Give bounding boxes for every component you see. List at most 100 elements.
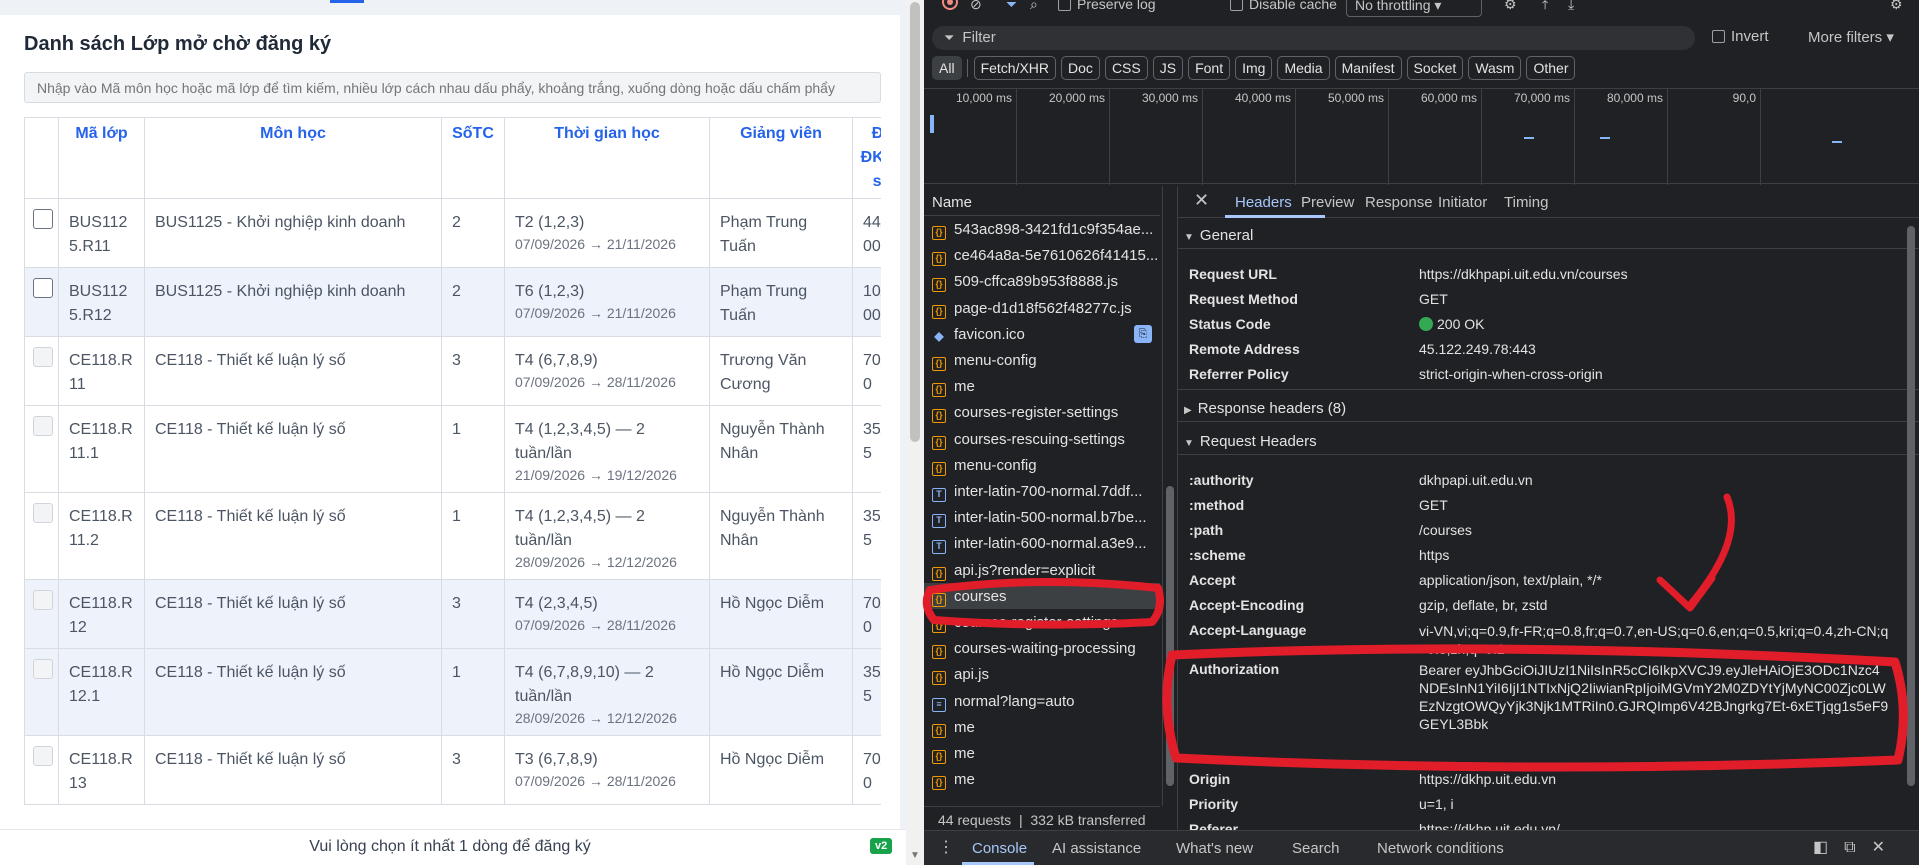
filter-chip-doc[interactable]: Doc <box>1061 56 1100 80</box>
disable-cache-box[interactable] <box>1230 0 1243 11</box>
tab-timing[interactable]: Timing <box>1504 194 1548 211</box>
request-row[interactable]: {} 543ac898-3421fd1c9f354ae... <box>924 216 1160 242</box>
row-select-cell[interactable] <box>24 405 59 493</box>
request-row[interactable]: {} me <box>924 740 1160 766</box>
filter-chip-socket[interactable]: Socket <box>1406 56 1464 80</box>
row-select-cell[interactable] <box>24 492 59 580</box>
search-icon[interactable]: ⌕ <box>1030 0 1038 13</box>
request-row[interactable]: {} courses <box>924 582 1160 609</box>
close-drawer-icon[interactable]: ✕ <box>1872 839 1901 856</box>
row-select-cell[interactable] <box>24 198 59 268</box>
filter-chip-font[interactable]: Font <box>1188 56 1231 80</box>
page-scrollbar-thumb[interactable] <box>910 2 920 442</box>
table-row[interactable]: BUS1125.R12 BUS1125 - Khởi nghiệp kinh do… <box>24 267 881 337</box>
request-row[interactable]: Tinter-latin-500-normal.b7be... <box>924 504 1160 530</box>
request-row[interactable]: {} courses-rescuing-settings <box>924 426 1160 452</box>
download-icon[interactable]: ⤓ <box>1568 0 1574 13</box>
filter-chip-media[interactable]: Media <box>1277 56 1330 80</box>
more-filters-dropdown[interactable]: More filters ▾ <box>1808 28 1894 46</box>
upload-icon[interactable]: ⤒ <box>1542 0 1548 13</box>
class-code-cell: CE118.R11.2 <box>58 492 145 580</box>
request-row[interactable]: {} me <box>924 766 1160 792</box>
settings-gear-icon[interactable]: ⚙ <box>1890 0 1903 13</box>
request-row[interactable]: {} me <box>924 714 1160 740</box>
request-row[interactable]: {} 509-cffca89b953f8888.js <box>924 268 1160 294</box>
column-header-credits[interactable]: SốTC <box>441 117 505 199</box>
request-row[interactable]: Tinter-latin-700-normal.7ddf... <box>924 478 1160 504</box>
row-checkbox[interactable] <box>33 209 53 229</box>
filter-chip-img[interactable]: Img <box>1235 56 1273 80</box>
request-list-scrollbar-thumb[interactable] <box>1166 486 1174 786</box>
request-list-scrollbar[interactable] <box>1162 186 1176 806</box>
more-tabs-icon[interactable]: ⋮ <box>938 837 954 857</box>
row-select-cell[interactable] <box>24 648 59 736</box>
response-headers-toggle[interactable]: ▶ Response headers (8) <box>1184 400 1346 417</box>
filter-chip-other[interactable]: Other <box>1526 56 1576 80</box>
close-details-icon[interactable]: ✕ <box>1194 190 1209 211</box>
details-scrollbar[interactable] <box>1905 224 1917 824</box>
table-row[interactable]: BUS1125.R11 BUS1125 - Khởi nghiệp kinh do… <box>24 198 881 268</box>
request-row[interactable]: {} ce464a8a-5e7610626f41415... <box>924 242 1160 268</box>
row-select-cell[interactable] <box>24 267 59 337</box>
disable-cache-checkbox[interactable]: Disable cache <box>1230 0 1337 12</box>
request-row[interactable]: {} courses-register-settings <box>924 399 1160 425</box>
request-row[interactable]: {} courses-waiting-processing <box>924 635 1160 661</box>
drawer-tab-ai-assistance[interactable]: AI assistance <box>1052 840 1141 857</box>
filter-chip-all[interactable]: All <box>932 56 962 80</box>
tab-headers[interactable]: Headers <box>1235 194 1292 211</box>
preserve-log-checkbox[interactable]: Preserve log <box>1058 0 1156 12</box>
dock-side-icon[interactable]: ◧ <box>1813 839 1844 856</box>
request-row[interactable]: Tinter-latin-600-normal.a3e9... <box>924 530 1160 556</box>
filter-chip-fetch-xhr[interactable]: Fetch/XHR <box>973 56 1057 80</box>
drawer-tab-console[interactable]: Console <box>972 840 1027 857</box>
throttling-select[interactable]: No throttling ▾ <box>1346 0 1482 17</box>
network-conditions-icon[interactable]: ⚙ <box>1504 0 1517 13</box>
row-select-cell[interactable] <box>24 336 59 406</box>
network-overview-timeline[interactable]: 10,000 ms 20,000 ms 30,000 ms 40,000 ms 50,0… <box>924 88 1919 185</box>
request-row[interactable]: {} menu-config <box>924 452 1160 478</box>
script-icon: {} <box>932 409 946 424</box>
network-filter-input[interactable]: ⏷ Filter <box>932 26 1695 50</box>
filter-chip-css[interactable]: CSS <box>1104 56 1148 80</box>
general-section-toggle[interactable]: ▼ General <box>1184 227 1253 244</box>
filter-chip-manifest[interactable]: Manifest <box>1334 56 1402 80</box>
name-column-header[interactable]: Name <box>924 186 1160 216</box>
filter-chip-wasm[interactable]: Wasm <box>1468 56 1522 80</box>
drawer-tab-whats-new[interactable]: What's new <box>1176 840 1253 857</box>
tab-initiator[interactable]: Initiator <box>1438 194 1487 211</box>
filter-funnel-icon[interactable]: ⏷ <box>1006 0 1017 13</box>
row-checkbox[interactable] <box>33 278 53 298</box>
request-row[interactable]: ◆ favicon.ico ⎘ <box>924 321 1160 347</box>
request-row[interactable]: {} api.js?render=explicit <box>924 557 1160 583</box>
tab-preview[interactable]: Preview <box>1301 194 1354 211</box>
request-row[interactable]: ≡ normal?lang=auto <box>924 688 1160 714</box>
undock-icon[interactable]: ⧉ <box>1844 839 1871 856</box>
request-row[interactable]: {} api.js <box>924 661 1160 687</box>
record-icon[interactable] <box>942 0 958 10</box>
invert-box[interactable] <box>1712 30 1725 43</box>
invert-checkbox[interactable]: Invert <box>1712 28 1769 45</box>
page-scrollbar[interactable]: ▼ <box>906 0 924 865</box>
details-scrollbar-thumb[interactable] <box>1907 226 1915 786</box>
request-row[interactable]: {} page-d1d18f562f48277c.js <box>924 295 1160 321</box>
preserve-log-box[interactable] <box>1058 0 1071 11</box>
drawer-tab-network-conditions[interactable]: Network conditions <box>1377 840 1504 857</box>
column-header-schedule[interactable]: Thời gian học <box>504 117 710 199</box>
row-select-cell[interactable] <box>24 579 59 649</box>
column-header-subject[interactable]: Môn học <box>144 117 442 199</box>
tab-response[interactable]: Response <box>1365 194 1433 211</box>
request-row[interactable]: {} me <box>924 373 1160 399</box>
scroll-down-arrow-icon[interactable]: ▼ <box>910 850 920 861</box>
column-header-class-code[interactable]: Mã lớp <box>58 117 145 199</box>
row-checkbox <box>33 659 53 679</box>
drawer-tab-search[interactable]: Search <box>1292 840 1340 857</box>
course-search-input[interactable] <box>24 72 881 103</box>
column-header-lecturer[interactable]: Giảng viên <box>709 117 853 199</box>
column-header-registered[interactable]: Đã ĐK/Sĩ số <box>852 117 881 199</box>
request-row[interactable]: {} courses-register-settings <box>924 609 1160 635</box>
filter-chip-js[interactable]: JS <box>1152 56 1184 80</box>
clear-icon[interactable]: ⊘ <box>970 0 982 13</box>
row-select-cell[interactable] <box>24 735 59 805</box>
request-headers-toggle[interactable]: ▼ Request Headers <box>1184 433 1317 450</box>
request-row[interactable]: {} menu-config <box>924 347 1160 373</box>
